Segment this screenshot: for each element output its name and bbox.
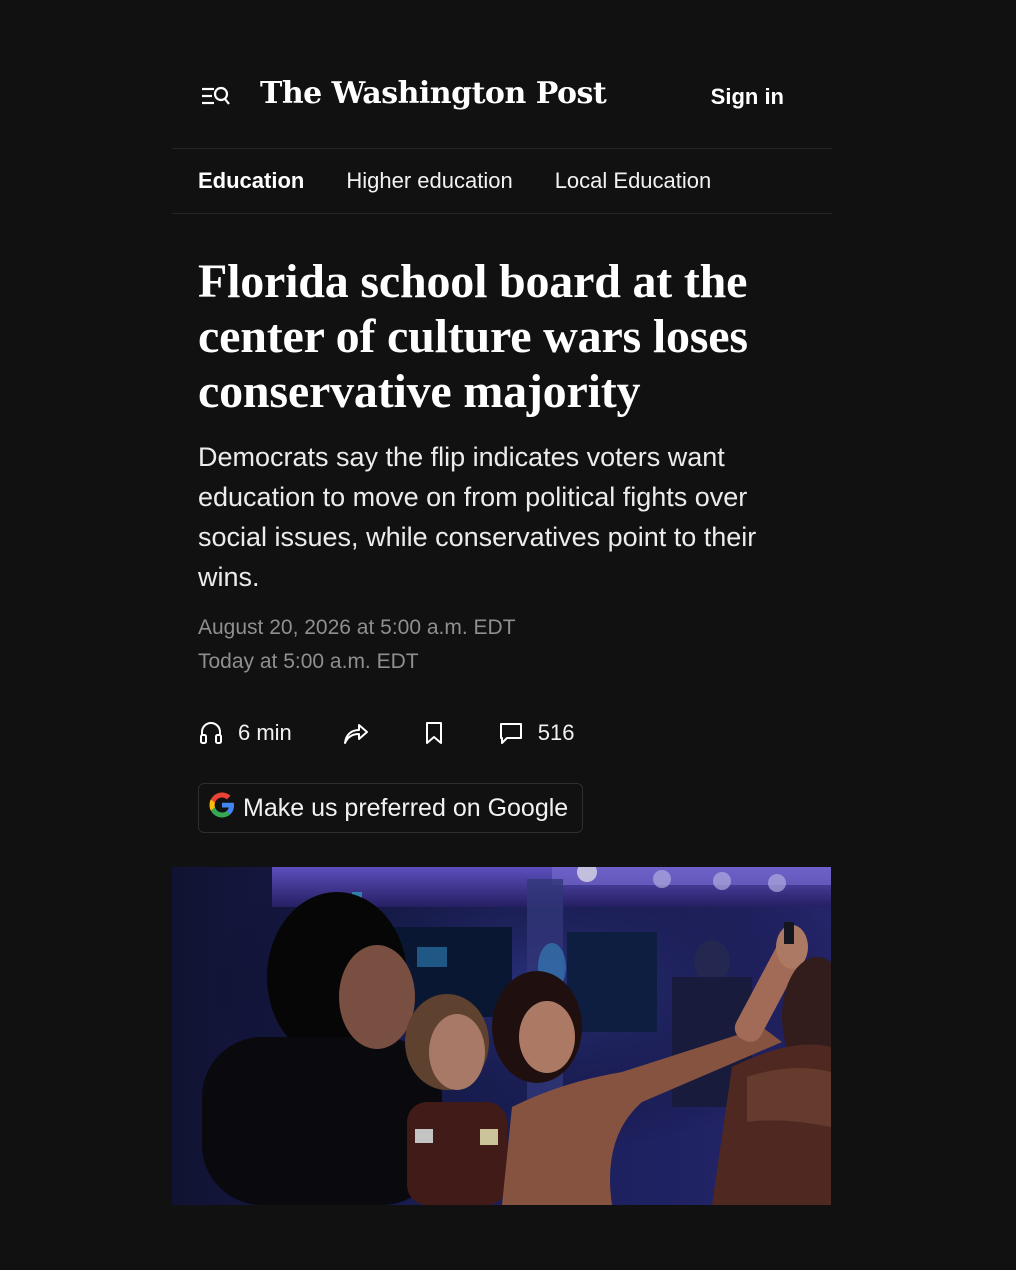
article: Florida school board at the center of cu… xyxy=(172,254,832,833)
save-button[interactable] xyxy=(422,720,446,746)
google-preferred-button[interactable]: Make us preferred on Google xyxy=(198,783,584,833)
published-date: August 20, 2026 at 5:00 a.m. EDT xyxy=(198,616,516,639)
timestamps: August 20, 2026 at 5:00 a.m. EDT Today a… xyxy=(198,611,802,679)
menu-search-icon[interactable] xyxy=(200,82,232,112)
updated-date: Today at 5:00 a.m. EDT xyxy=(198,650,419,673)
article-dek: Democrats say the flip indicates voters … xyxy=(198,442,757,592)
share-button[interactable] xyxy=(342,720,370,746)
lead-photo[interactable] xyxy=(172,867,831,1205)
article-column: The Washington Post Sign in Education Hi… xyxy=(172,60,832,833)
section-nav: Education Higher education Local Educati… xyxy=(172,149,832,214)
comments-count: 516 xyxy=(537,720,575,745)
nav-item-education[interactable]: Education xyxy=(198,168,304,194)
listen-button[interactable]: 6 min xyxy=(198,720,292,746)
site-header: The Washington Post Sign in xyxy=(172,60,832,149)
page: The Washington Post Sign in Education Hi… xyxy=(0,0,1016,1270)
sign-in-link[interactable]: Sign in xyxy=(711,84,784,110)
listen-duration: 6 min xyxy=(238,720,292,745)
headline: Florida school board at the center of cu… xyxy=(198,255,748,418)
site-logo[interactable]: The Washington Post xyxy=(260,76,607,111)
comment-icon xyxy=(498,720,524,746)
nav-item-higher-education[interactable]: Higher education xyxy=(346,168,512,194)
nav-item-local-education[interactable]: Local Education xyxy=(555,168,712,194)
share-icon xyxy=(342,720,370,746)
headphones-icon xyxy=(198,720,224,746)
bookmark-icon xyxy=(422,720,446,746)
google-g-icon xyxy=(207,790,237,827)
comments-button[interactable]: 516 xyxy=(498,720,575,746)
google-button-label: Make us preferred on Google xyxy=(243,793,569,822)
article-actions: 6 min 516 xyxy=(198,717,802,749)
